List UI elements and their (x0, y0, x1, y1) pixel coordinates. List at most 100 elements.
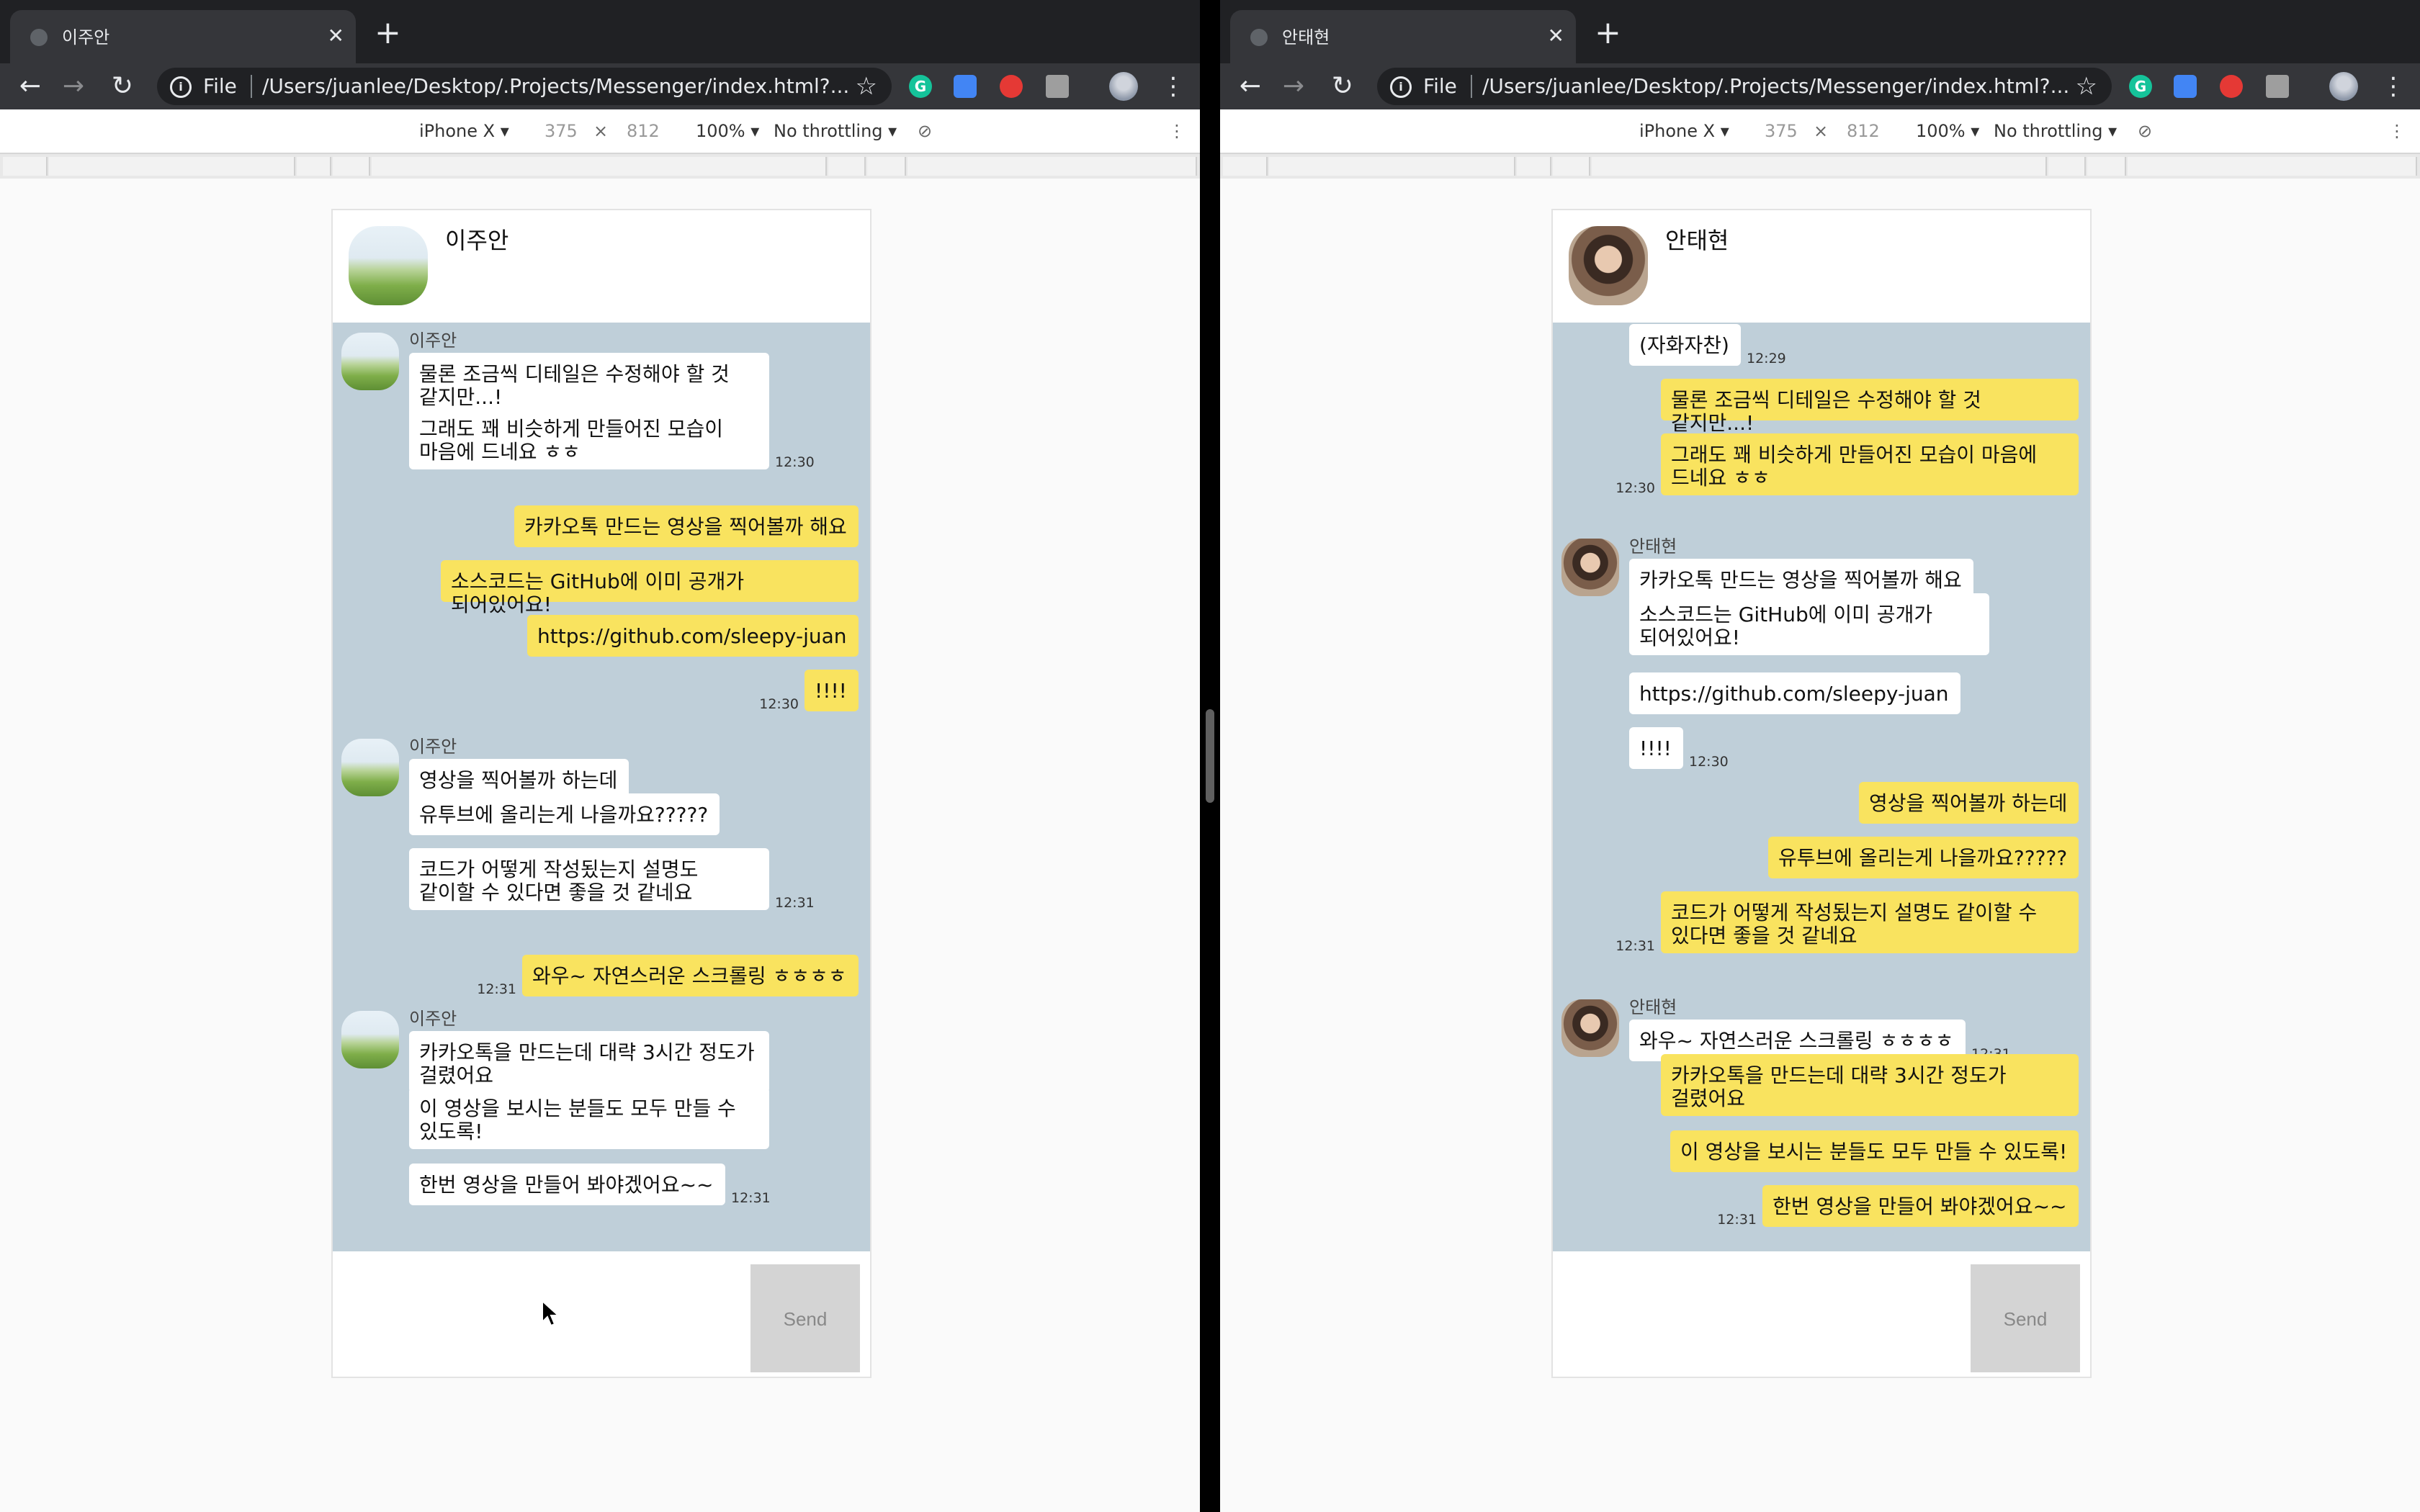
media-query-segment[interactable] (297, 157, 331, 176)
message-bubble[interactable]: 유투브에 올리는게 나을까요????? (409, 793, 720, 835)
url-text[interactable]: /Users/juanlee/Desktop/.Projects/Messeng… (262, 73, 849, 99)
message-input[interactable] (1553, 1251, 1971, 1377)
sender-avatar[interactable] (1561, 539, 1619, 596)
new-tab-button[interactable]: + (1595, 16, 1621, 50)
divider-grip[interactable] (1206, 709, 1214, 803)
message-bubble[interactable]: 소스코드는 GitHub에 이미 공개가 되어있어요! (441, 560, 859, 616)
sender-avatar[interactable] (341, 333, 399, 390)
message-bubble[interactable]: 카카오톡 만드는 영상을 찍어볼까 해요 (514, 505, 859, 547)
grammarly-extension-icon[interactable]: G (2129, 75, 2152, 98)
browser-tab[interactable]: 안태현 ✕ (1230, 10, 1576, 63)
media-query-segment[interactable] (828, 157, 866, 176)
message-bubble[interactable]: 그래도 꽤 비슷하게 만들어진 모습이 마음에 드네요 ㅎㅎ (1661, 433, 2079, 495)
message-bubble[interactable]: 카카오톡을 만드는데 대략 3시간 정도가 걸렸어요 (409, 1031, 769, 1093)
throttle-select[interactable]: No throttling ▾ (774, 120, 897, 143)
media-query-segment[interactable] (1223, 157, 1268, 176)
throttle-select[interactable]: No throttling ▾ (1994, 120, 2117, 143)
rotate-icon[interactable]: ⊘ (918, 120, 932, 143)
profile-photo[interactable] (349, 226, 428, 305)
extension-icon[interactable] (1046, 75, 1069, 98)
media-query-segment[interactable] (1553, 157, 1590, 176)
message-bubble[interactable]: https://github.com/sleepy-juan (1629, 672, 1960, 714)
zoom-select[interactable]: 100% ▾ (696, 120, 759, 143)
forward-icon[interactable]: → (58, 71, 89, 102)
url-text[interactable]: /Users/juanlee/Desktop/.Projects/Messeng… (1482, 73, 2069, 99)
bookmark-star-icon[interactable]: ☆ (856, 72, 877, 101)
message-bubble[interactable]: 이 영상을 보시는 분들도 모두 만들 수 있도록! (409, 1087, 769, 1149)
rotate-icon[interactable]: ⊘ (2138, 120, 2152, 143)
zoom-select[interactable]: 100% ▾ (1916, 120, 1979, 143)
message-bubble[interactable]: 한번 영상을 만들어 봐야겠어요~~ (409, 1164, 725, 1205)
message-bubble[interactable]: !!!! (1629, 727, 1683, 769)
back-icon[interactable]: ← (14, 71, 46, 102)
grammarly-extension-icon[interactable]: G (909, 75, 932, 98)
message-bubble[interactable]: 그래도 꽤 비슷하게 만들어진 모습이 마음에 드네요 ㅎㅎ (409, 408, 769, 469)
back-icon[interactable]: ← (1234, 71, 1266, 102)
info-icon[interactable]: i (1390, 76, 1412, 98)
message-bubble[interactable]: 물론 조금씩 디테일은 수정해야 할 것 같지만...! (409, 353, 769, 415)
split-divider[interactable] (1200, 0, 1220, 1512)
adblock-extension-icon[interactable] (1000, 75, 1023, 98)
profile-avatar[interactable] (2329, 72, 2358, 101)
devtools-more-icon[interactable]: ⋮ (1168, 120, 1186, 143)
reload-icon[interactable]: ↻ (107, 71, 138, 102)
new-tab-button[interactable]: + (375, 16, 401, 50)
device-select[interactable]: iPhone X ▾ (1639, 120, 1729, 143)
media-query-segment[interactable] (2128, 157, 2417, 176)
close-tab-icon[interactable]: ✕ (328, 23, 344, 49)
message-list[interactable]: 이주안 물론 조금씩 디테일은 수정해야 할 것 같지만...! 그래도 꽤 비슷하… (333, 323, 870, 1251)
bookmark-star-icon[interactable]: ☆ (2076, 72, 2097, 101)
message-bubble[interactable]: !!!! (805, 670, 859, 711)
device-height-input[interactable]: 812 (627, 120, 660, 143)
message-bubble[interactable]: 코드가 어떻게 작성됬는지 설명도 같이할 수 있다면 좋을 것 같네요 (409, 848, 769, 910)
browser-tab[interactable]: 이주안 ✕ (10, 10, 356, 63)
message-bubble[interactable]: 이 영상을 보시는 분들도 모두 만들 수 있도록! (1670, 1130, 2079, 1172)
sender-avatar[interactable] (1561, 999, 1619, 1057)
forward-icon[interactable]: → (1278, 71, 1309, 102)
message-bubble[interactable]: 한번 영상을 만들어 봐야겠어요~~ (1762, 1185, 2079, 1227)
device-width-input[interactable]: 375 (1765, 120, 1798, 143)
media-query-segment[interactable] (1592, 157, 2047, 176)
media-query-segment[interactable] (2087, 157, 2126, 176)
message-bubble[interactable]: 와우~ 자연스러운 스크롤링 ㅎㅎㅎㅎ (522, 955, 859, 996)
media-query-segment[interactable] (1269, 157, 1515, 176)
sender-avatar[interactable] (341, 1011, 399, 1068)
media-query-segment[interactable] (908, 157, 1197, 176)
more-menu-icon[interactable]: ⋮ (1161, 71, 1186, 102)
media-query-segment[interactable] (2048, 157, 2086, 176)
message-bubble[interactable]: 영상을 찍어볼까 하는데 (1859, 782, 2079, 824)
message-bubble[interactable]: https://github.com/sleepy-juan (527, 615, 859, 657)
message-bubble[interactable]: (자화자찬) (1629, 324, 1741, 366)
profile-avatar[interactable] (1109, 72, 1138, 101)
message-bubble[interactable]: 물론 조금씩 디테일은 수정해야 할 것 같지만...! (1661, 379, 2079, 435)
profile-photo[interactable] (1569, 226, 1648, 305)
device-select[interactable]: iPhone X ▾ (419, 120, 509, 143)
send-button[interactable]: Send (1971, 1264, 2080, 1372)
extension-icon[interactable] (2266, 75, 2289, 98)
address-bar[interactable]: i File /Users/juanlee/Desktop/.Projects/… (1377, 68, 2112, 105)
media-query-segment[interactable] (1517, 157, 1551, 176)
close-tab-icon[interactable]: ✕ (1548, 23, 1564, 49)
device-height-input[interactable]: 812 (1847, 120, 1880, 143)
media-query-segment[interactable] (333, 157, 370, 176)
devtools-more-icon[interactable]: ⋮ (2388, 120, 2406, 143)
adblock-extension-icon[interactable] (2220, 75, 2243, 98)
send-button[interactable]: Send (750, 1264, 860, 1372)
media-query-segment[interactable] (49, 157, 295, 176)
more-menu-icon[interactable]: ⋮ (2381, 71, 2406, 102)
message-bubble[interactable]: 유투브에 올리는게 나을까요????? (1768, 837, 2079, 878)
info-icon[interactable]: i (170, 76, 192, 98)
sender-avatar[interactable] (341, 739, 399, 796)
media-query-segment[interactable] (867, 157, 906, 176)
message-bubble[interactable]: 소스코드는 GitHub에 이미 공개가 되어있어요! (1629, 593, 1989, 655)
message-bubble[interactable]: 코드가 어떻게 작성됬는지 설명도 같이할 수 있다면 좋을 것 같네요 (1661, 891, 2079, 953)
reload-icon[interactable]: ↻ (1327, 71, 1358, 102)
media-query-segment[interactable] (372, 157, 827, 176)
extension-icon[interactable] (954, 75, 977, 98)
address-bar[interactable]: i File /Users/juanlee/Desktop/.Projects/… (157, 68, 892, 105)
device-width-input[interactable]: 375 (544, 120, 578, 143)
media-query-segment[interactable] (3, 157, 48, 176)
message-bubble[interactable]: 카카오톡을 만드는데 대략 3시간 정도가 걸렸어요 (1661, 1054, 2079, 1116)
extension-icon[interactable] (2174, 75, 2197, 98)
message-list[interactable]: (자화자찬) 12:29 물론 조금씩 디테일은 수정해야 할 것 같지만...! 그… (1553, 323, 2090, 1251)
